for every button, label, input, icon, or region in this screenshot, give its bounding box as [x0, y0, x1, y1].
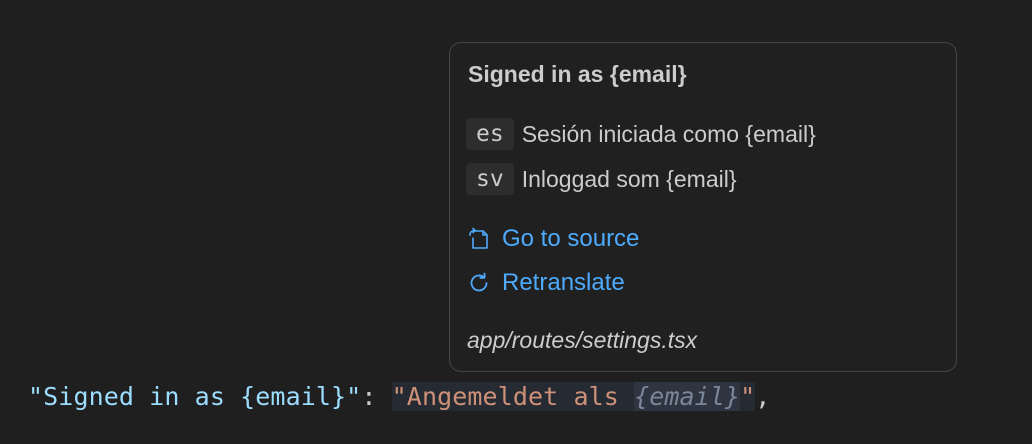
- json-value-suffix: ": [740, 382, 756, 411]
- go-to-source-link[interactable]: Go to source: [466, 223, 639, 255]
- code-line[interactable]: "Signed in as {email}": "Angemeldet als …: [28, 374, 770, 420]
- hover-title: Signed in as {email}: [468, 61, 687, 87]
- go-to-file-icon: [466, 226, 492, 252]
- translation-text: Inloggad som {email}: [521, 165, 737, 192]
- translation-hover-popup: Signed in as {email} es Sesión iniciada …: [449, 42, 957, 372]
- retranslate-link[interactable]: Retranslate: [466, 267, 625, 299]
- json-value-placeholder: {email}: [634, 382, 741, 411]
- source-file-path: app/routes/settings.tsx: [467, 327, 698, 353]
- lang-code-badge: sv: [466, 163, 514, 195]
- json-trailing-comma: ,: [755, 382, 771, 411]
- code-editor[interactable]: "Signed in as {email}": "Angemeldet als …: [0, 0, 1032, 444]
- json-key: "Signed in as {email}": [28, 382, 362, 411]
- go-to-source-label: Go to source: [502, 225, 640, 252]
- json-separator: :: [361, 382, 392, 411]
- lang-code-badge: es: [466, 118, 514, 150]
- refresh-icon: [466, 270, 492, 296]
- json-value-highlight[interactable]: "Angemeldet als {email}": [391, 382, 756, 411]
- translation-row-sv: sv Inloggad som {email}: [466, 162, 737, 196]
- translation-text: Sesión iniciada como {email}: [521, 120, 816, 147]
- retranslate-label: Retranslate: [502, 269, 625, 296]
- translation-row-es: es Sesión iniciada como {email}: [466, 117, 816, 151]
- json-value-prefix: "Angemeldet als: [391, 382, 635, 411]
